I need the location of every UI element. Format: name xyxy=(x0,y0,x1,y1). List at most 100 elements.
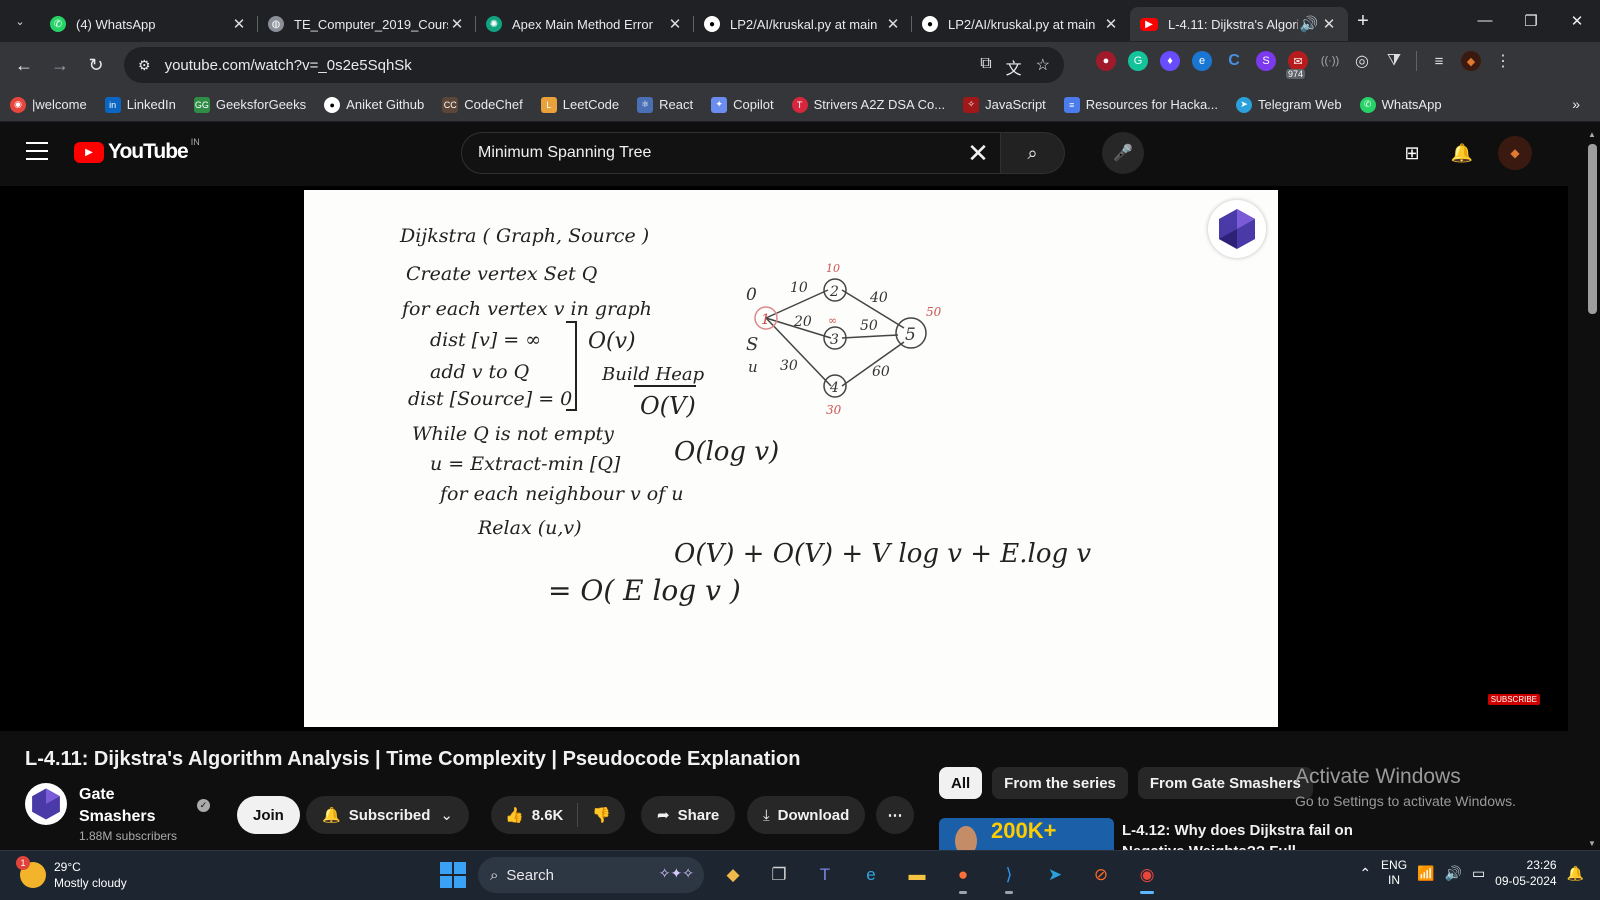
address-bar[interactable]: ⚙ youtube.com/watch?v=_0s2e5SqhSk ⧉ 文 ☆ xyxy=(124,47,1064,83)
bookmark-welcome[interactable]: ◉ |welcome xyxy=(10,96,87,113)
language-indicator[interactable]: ENG IN xyxy=(1381,858,1407,888)
channel-avatar[interactable] xyxy=(25,783,67,825)
clock[interactable]: 23:26 09-05-2024 xyxy=(1495,857,1556,889)
teams-icon[interactable]: T xyxy=(808,858,842,892)
back-icon[interactable]: ← xyxy=(6,55,42,76)
bookmark-gfg[interactable]: GG GeeksforGeeks xyxy=(193,96,306,113)
notifications-bell-icon[interactable]: 🔔 xyxy=(1448,139,1476,167)
minimize-icon[interactable]: — xyxy=(1462,12,1508,30)
subscribed-button[interactable]: 🔔 Subscribed ⌄ xyxy=(306,796,469,834)
bookmark-copilot[interactable]: ✦ Copilot xyxy=(711,96,774,113)
firefox-icon[interactable]: ● xyxy=(946,858,980,894)
vscode-icon[interactable]: ⟩ xyxy=(992,858,1026,894)
telegram-icon[interactable]: ➤ xyxy=(1038,858,1072,892)
bookmark-whatsapp[interactable]: ✆ WhatsApp xyxy=(1359,96,1442,113)
bookmark-star-icon[interactable]: ☆ xyxy=(1036,55,1050,79)
broadcast-icon[interactable]: ((·)) xyxy=(1320,51,1340,71)
tab-course[interactable]: ◍ TE_Computer_2019_Course ✕ xyxy=(258,7,476,41)
c-extension-icon[interactable]: C xyxy=(1224,51,1244,71)
show-hidden-icons[interactable]: ⌃ xyxy=(1359,865,1371,882)
taskbar-search[interactable]: ⌕ Search ✧✦✧ xyxy=(478,857,704,893)
tab-github-2[interactable]: ● LP2/AI/kruskal.py at main ✕ xyxy=(912,7,1130,41)
close-icon[interactable]: ✕ xyxy=(884,15,902,33)
grammarly-icon[interactable]: G xyxy=(1128,51,1148,71)
volume-icon[interactable]: 🔊 xyxy=(1445,865,1462,882)
tab-whatsapp[interactable]: ✆ (4) WhatsApp ✕ xyxy=(40,7,258,41)
close-icon[interactable]: ✕ xyxy=(666,15,684,33)
edge-icon[interactable]: e xyxy=(854,858,888,892)
mail-extension-icon[interactable]: ✉ 974 xyxy=(1286,51,1308,79)
translate-icon[interactable]: 文 xyxy=(1006,55,1022,79)
search-button[interactable]: ⌕ xyxy=(1001,132,1065,174)
search-box[interactable]: Minimum Spanning Tree ✕ xyxy=(461,132,1001,174)
create-video-icon[interactable]: ⊞ xyxy=(1398,139,1426,167)
dislike-button[interactable]: 👎 xyxy=(578,806,625,824)
task-view-icon[interactable]: ❐ xyxy=(762,858,796,892)
join-button[interactable]: Join xyxy=(237,796,300,834)
share-button[interactable]: ➦ Share xyxy=(641,796,736,834)
bookmark-telegram[interactable]: ➤ Telegram Web xyxy=(1236,96,1342,113)
like-button[interactable]: 👍 8.6K xyxy=(491,803,579,827)
hamburger-menu-icon[interactable] xyxy=(26,142,48,160)
chip-from-channel[interactable]: From Gate Smashers xyxy=(1137,767,1313,799)
menu-icon[interactable]: ⋮ xyxy=(1493,51,1513,71)
media-control-icon[interactable]: ≡ xyxy=(1429,51,1449,71)
postman-icon[interactable]: ⊘ xyxy=(1084,858,1118,892)
file-explorer-icon[interactable]: ▬ xyxy=(900,858,934,892)
windows-start-icon[interactable] xyxy=(440,862,466,888)
weather-widget[interactable]: 1 29°C Mostly cloudy xyxy=(16,856,127,891)
scroll-down-icon[interactable]: ▼ xyxy=(1588,839,1596,848)
close-window-icon[interactable]: ✕ xyxy=(1554,12,1600,30)
close-icon[interactable]: ✕ xyxy=(1320,15,1338,33)
bookmark-javascript[interactable]: ✧ JavaScript xyxy=(963,96,1046,113)
more-actions-button[interactable]: ⋯ xyxy=(876,796,914,834)
tab-apex[interactable]: ✺ Apex Main Method Error ✕ xyxy=(476,7,694,41)
recommended-video-title[interactable]: L-4.12: Why does Dijkstra fail on Negati… xyxy=(1122,820,1382,850)
tab-github-1[interactable]: ● LP2/AI/kruskal.py at main ✕ xyxy=(694,7,912,41)
bookmark-github[interactable]: ● Aniket Github xyxy=(324,96,424,113)
close-icon[interactable]: ✕ xyxy=(448,15,466,33)
tab-search-button[interactable]: ⌄ xyxy=(6,7,34,35)
bookmark-react[interactable]: ⚛ React xyxy=(637,96,693,113)
chip-all[interactable]: All xyxy=(939,767,983,799)
widgets-icon[interactable]: ◆ xyxy=(716,858,750,892)
restore-icon[interactable]: ❐ xyxy=(1508,12,1554,30)
tab-youtube-active[interactable]: ▶ L-4.11: Dijkstra's Algori 🔊 ✕ xyxy=(1130,7,1348,41)
video-frame[interactable]: Dijkstra ( Graph, Source ) Create vertex… xyxy=(304,190,1278,727)
bookmark-linkedin[interactable]: in LinkedIn xyxy=(104,96,176,113)
flame-extension-icon[interactable]: ♦ xyxy=(1160,51,1180,71)
close-icon[interactable]: ✕ xyxy=(230,15,248,33)
search-input[interactable]: Minimum Spanning Tree xyxy=(478,144,956,162)
video-player[interactable]: Dijkstra ( Graph, Source ) Create vertex… xyxy=(0,186,1568,731)
account-avatar[interactable]: ◆ xyxy=(1498,136,1532,170)
speaker-icon[interactable]: 🔊 xyxy=(1298,15,1320,33)
recorder-extension-icon[interactable]: ● xyxy=(1096,51,1116,71)
open-in-app-icon[interactable]: ⧉ xyxy=(980,55,991,79)
recommended-video-thumbnail[interactable]: 200K+ xyxy=(939,818,1114,850)
chrome-icon[interactable]: ◉ xyxy=(1130,858,1164,894)
scrollbar-thumb[interactable] xyxy=(1588,144,1597,314)
s-extension-icon[interactable]: S xyxy=(1256,51,1276,71)
profile-avatar[interactable]: ◆ xyxy=(1461,51,1481,71)
bookmark-codechef[interactable]: CC CodeChef xyxy=(442,96,523,113)
voice-search-button[interactable]: 🎤 xyxy=(1102,132,1144,174)
site-info-icon[interactable]: ⚙ xyxy=(138,57,151,74)
puzzle-icon[interactable]: ⧩ xyxy=(1384,51,1404,71)
target-icon[interactable]: ◎ xyxy=(1352,51,1372,71)
close-icon[interactable]: ✕ xyxy=(1102,15,1120,33)
forward-icon[interactable]: → xyxy=(42,55,78,76)
more-bookmarks-icon[interactable]: » xyxy=(1572,96,1580,112)
wifi-icon[interactable]: 📶 xyxy=(1417,865,1434,882)
bookmark-leetcode[interactable]: L LeetCode xyxy=(540,96,619,113)
channel-watermark[interactable] xyxy=(1208,200,1266,258)
url-text[interactable]: youtube.com/watch?v=_0s2e5SqhSk xyxy=(165,57,412,74)
clear-search-icon[interactable]: ✕ xyxy=(956,138,1000,169)
new-tab-button[interactable]: + xyxy=(1348,10,1378,33)
battery-icon[interactable]: ▭ xyxy=(1472,865,1485,882)
edge-extension-icon[interactable]: e xyxy=(1192,51,1212,71)
bookmark-strivers[interactable]: T Strivers A2Z DSA Co... xyxy=(791,96,945,113)
scroll-up-icon[interactable]: ▲ xyxy=(1588,130,1596,139)
subscribe-watermark[interactable]: SUBSCRIBE xyxy=(1487,694,1540,705)
bookmark-resources[interactable]: ≡ Resources for Hacka... xyxy=(1063,96,1218,113)
youtube-logo[interactable]: ▶ YouTube IN xyxy=(74,137,200,164)
